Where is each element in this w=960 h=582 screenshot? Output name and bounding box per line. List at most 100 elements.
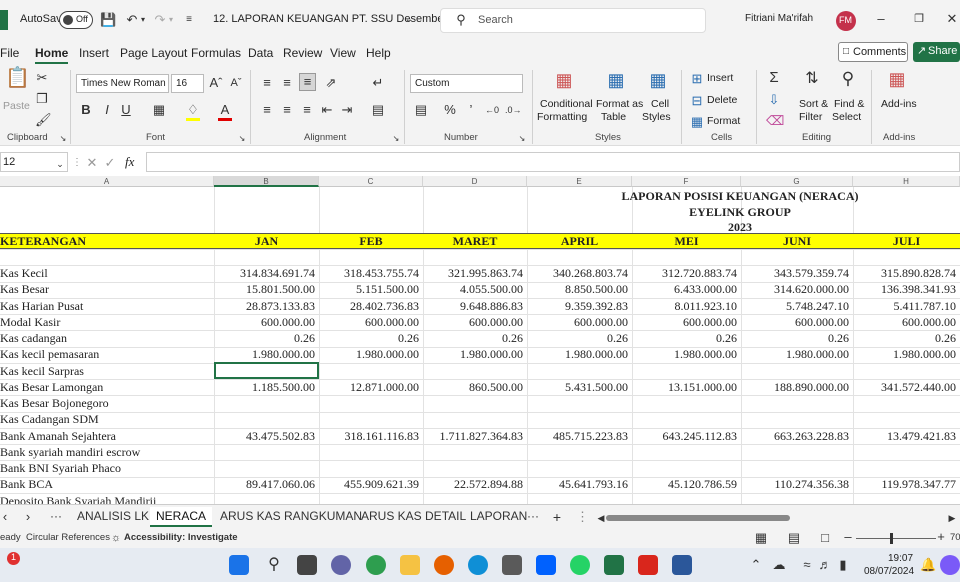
insert-cells-icon[interactable]: ⊞ [690, 71, 704, 87]
number-launcher-icon[interactable]: ↘ [518, 131, 526, 147]
normal-view-icon[interactable]: ▦ [754, 530, 768, 546]
clock-date[interactable]: 08/07/2024 [864, 566, 914, 577]
company-name[interactable]: EYELINK GROUP [527, 204, 953, 220]
table-cell[interactable]: 1.980.000.00 [853, 346, 960, 362]
circular-references[interactable]: Circular References [26, 532, 110, 543]
table-cell[interactable]: 318.453.755.74 [319, 265, 423, 281]
table-cell[interactable]: 6.433.000.00 [632, 281, 741, 297]
table-cell[interactable]: 9.359.392.83 [527, 298, 632, 314]
table-cell[interactable]: 0.26 [319, 330, 423, 346]
autosave-toggle[interactable]: Off [59, 11, 93, 29]
tab-home[interactable]: Home [35, 46, 69, 65]
row-label[interactable]: Kas Harian Pusat [0, 298, 214, 314]
table-cell[interactable]: 1.980.000.00 [423, 346, 527, 362]
table-cell[interactable]: 600.000.00 [527, 314, 632, 330]
column-header-g[interactable]: G [741, 176, 853, 187]
spreadsheet-grid[interactable]: A B C D E F G H LAPORAN POSISI KEUANGAN … [0, 176, 960, 504]
autosum-icon[interactable]: Σ [766, 70, 782, 86]
customize-toolbar-icon[interactable]: ≡ [183, 12, 195, 28]
font-launcher-icon[interactable]: ↘ [238, 131, 246, 147]
tab-help[interactable]: Help [366, 46, 391, 60]
add-sheet-icon[interactable]: + [550, 509, 564, 525]
comments-button[interactable]: □ Comments [838, 42, 908, 62]
table-cell[interactable]: 22.572.894.88 [423, 476, 527, 492]
document-title[interactable]: 12. LAPORAN KEUANGAN PT. SSU Desembe... [213, 13, 453, 25]
table-cell[interactable]: 0.26 [214, 330, 319, 346]
row-label[interactable]: Kas kecil Sarpras [0, 363, 214, 379]
tabs-more-right[interactable]: ··· [527, 509, 539, 523]
header-maret[interactable]: MARET [423, 233, 527, 249]
find-select-label-2[interactable]: Select [832, 111, 861, 123]
table-cell[interactable]: 312.720.883.74 [632, 265, 741, 281]
table-cell[interactable]: 340.268.803.74 [527, 265, 632, 281]
table-cell[interactable]: 485.715.223.83 [527, 428, 632, 444]
horizontal-scrollbar[interactable] [606, 515, 790, 521]
font-size-select[interactable]: 16 [171, 74, 204, 93]
cell-styles-icon[interactable]: ▦ [646, 71, 670, 96]
table-cell[interactable]: 0.26 [853, 330, 960, 346]
addins-icon[interactable]: ▦ [886, 70, 908, 95]
header-keterangan[interactable]: KETERANGAN [0, 233, 214, 249]
conditional-formatting-label-1[interactable]: Conditional [540, 98, 593, 110]
row-label[interactable]: Bank Amanah Sejahtera [0, 428, 214, 444]
tab-view[interactable]: View [330, 46, 356, 60]
decrease-decimal-icon[interactable]: .0→ [505, 102, 522, 118]
close-icon[interactable]: ✕ [944, 11, 960, 27]
copy-icon[interactable]: ❐ [35, 91, 49, 107]
paste-label[interactable]: Paste [3, 100, 30, 112]
header-april[interactable]: APRIL [527, 233, 632, 249]
sort-filter-icon[interactable]: ⇅ [801, 71, 823, 95]
clipboard-launcher-icon[interactable]: ↘ [59, 131, 67, 147]
table-cell[interactable]: 5.431.500.00 [527, 379, 632, 395]
avatar[interactable]: FM [836, 11, 856, 31]
minimize-icon[interactable]: – [873, 11, 889, 27]
header-feb[interactable]: FEB [319, 233, 423, 249]
report-title[interactable]: LAPORAN POSISI KEUANGAN (NERACA) [527, 188, 953, 204]
table-cell[interactable]: 1.980.000.00 [632, 346, 741, 362]
accessibility-icon[interactable]: ☼ [110, 530, 122, 546]
page-layout-view-icon[interactable]: ▤ [787, 530, 801, 546]
table-cell[interactable]: 28.402.736.83 [319, 298, 423, 314]
font-name-select[interactable]: Times New Roman [76, 74, 169, 93]
accessibility-status[interactable]: Accessibility: Investigate [124, 532, 238, 543]
align-middle-icon[interactable]: ≡ [280, 75, 294, 91]
cell-styles-label-2[interactable]: Styles [642, 111, 671, 123]
underline-icon[interactable]: U [120, 102, 132, 118]
row-label[interactable]: Kas Besar Bojonegoro [0, 395, 214, 411]
fill-color-icon[interactable]: ♢ [186, 102, 200, 121]
table-cell[interactable]: 455.909.621.39 [319, 476, 423, 492]
sort-filter-label-2[interactable]: Filter [799, 111, 822, 123]
bold-icon[interactable]: B [80, 102, 92, 118]
onedrive-icon[interactable]: ☁ [772, 557, 786, 573]
row-label[interactable]: Kas Besar [0, 281, 214, 297]
row-label[interactable]: Kas Kecil [0, 265, 214, 281]
tab-insert[interactable]: Insert [79, 46, 109, 60]
tab-formulas[interactable]: Formulas [191, 46, 241, 60]
tab-file[interactable]: File [0, 46, 19, 60]
header-juli[interactable]: JULI [853, 233, 960, 249]
table-cell[interactable]: 89.417.060.06 [214, 476, 319, 492]
table-cell[interactable]: 1.711.827.364.83 [423, 428, 527, 444]
column-header-h[interactable]: H [853, 176, 960, 187]
row-label[interactable]: Bank BCA [0, 476, 214, 492]
table-cell[interactable]: 600.000.00 [853, 314, 960, 330]
align-left-icon[interactable]: ≡ [260, 102, 274, 118]
orientation-icon[interactable]: ⇗ [322, 75, 340, 91]
align-top-icon[interactable]: ≡ [260, 75, 274, 91]
table-cell[interactable]: 5.748.247.10 [741, 298, 853, 314]
decrease-font-icon[interactable]: Aˇ [229, 75, 243, 91]
column-header-e[interactable]: E [527, 176, 632, 187]
dropbox-icon[interactable] [536, 555, 556, 575]
merge-center-icon[interactable]: ▤ [370, 102, 386, 118]
increase-decimal-icon[interactable]: ←0 [484, 102, 500, 118]
format-cells-icon[interactable]: ▦ [690, 114, 704, 130]
row-label[interactable]: Kas kecil pemasaran [0, 346, 214, 362]
acrobat-icon[interactable] [638, 555, 658, 575]
tab-page-layout[interactable]: Page Layout [120, 46, 187, 60]
user-name[interactable]: Fitriani Ma'rifah [745, 13, 813, 24]
hscroll-left-icon[interactable]: ◀ [596, 510, 606, 526]
format-cells-label[interactable]: Format [707, 115, 740, 127]
find-select-label-1[interactable]: Find & [834, 98, 864, 110]
row-label[interactable]: Kas Cadangan SDM [0, 411, 214, 427]
table-cell[interactable]: 318.161.116.83 [319, 428, 423, 444]
